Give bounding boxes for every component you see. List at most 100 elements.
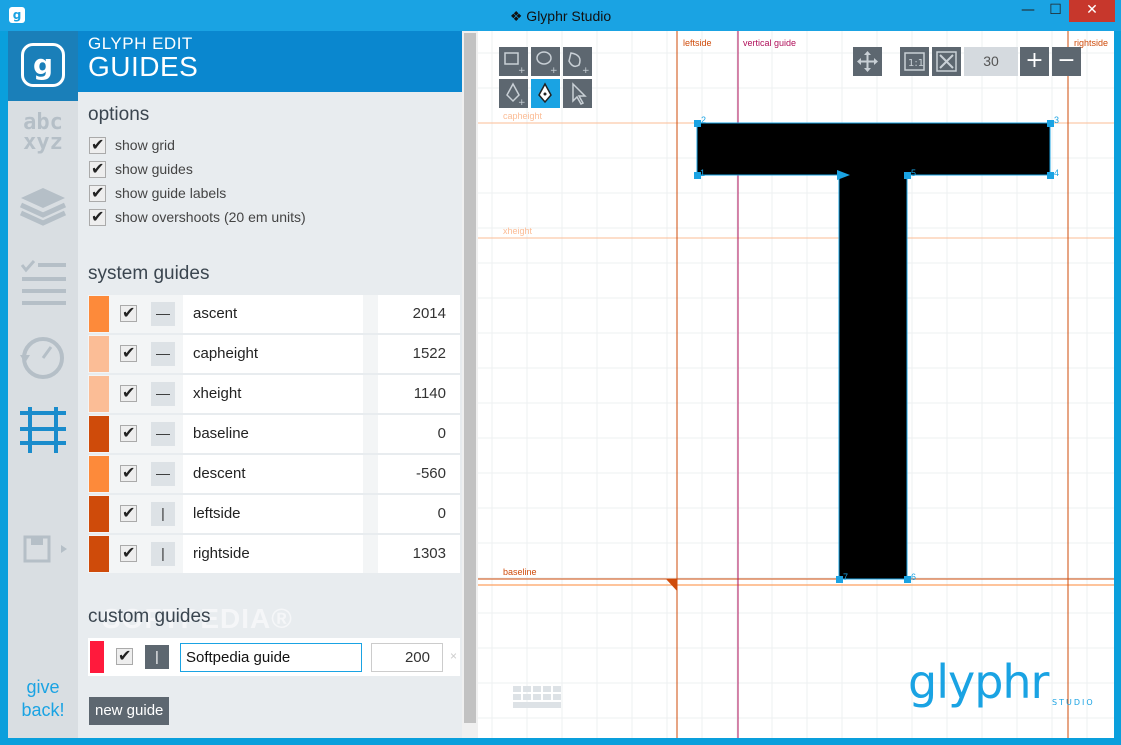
panel-scrollbar[interactable] bbox=[462, 31, 478, 738]
guide-visible-checkbox[interactable] bbox=[120, 543, 137, 562]
keyboard-icon[interactable] bbox=[513, 686, 565, 712]
pan-tool[interactable] bbox=[853, 47, 882, 76]
path-point-handle[interactable] bbox=[1047, 120, 1054, 127]
glyph-shape-T[interactable] bbox=[696, 122, 1051, 580]
guide-name-field[interactable]: xheight bbox=[183, 375, 363, 413]
nav-checklist[interactable] bbox=[8, 259, 78, 315]
guide-value-field[interactable]: 0 bbox=[378, 415, 460, 453]
guide-orientation-button[interactable]: | bbox=[151, 502, 175, 526]
guide-value-field[interactable]: 1303 bbox=[378, 535, 460, 573]
path-point-handle[interactable] bbox=[836, 576, 843, 583]
guide-value-field[interactable]: 1522 bbox=[378, 335, 460, 373]
guide-color-swatch[interactable] bbox=[89, 496, 109, 532]
guide-value-field[interactable]: 1140 bbox=[378, 375, 460, 413]
baseline-guide-label: baseline bbox=[503, 567, 537, 577]
show-guides-checkbox[interactable] bbox=[89, 159, 106, 178]
show-grid-checkbox[interactable] bbox=[89, 135, 106, 154]
options-title: options bbox=[88, 104, 150, 125]
new-path-tool[interactable]: + bbox=[563, 47, 592, 76]
panel-header: GLYPH EDIT GUIDES bbox=[78, 31, 462, 92]
guides-panel: GLYPH EDIT GUIDES options show grid show… bbox=[78, 31, 462, 738]
actual-size-button[interactable]: 1:1 bbox=[900, 47, 929, 76]
fit-to-screen-button[interactable] bbox=[932, 47, 961, 76]
guide-orientation-button[interactable]: — bbox=[151, 342, 175, 366]
path-point-handle[interactable] bbox=[904, 576, 911, 583]
point-label: 7 bbox=[843, 572, 849, 582]
guide-name-field[interactable]: ascent bbox=[183, 295, 363, 333]
pointer-tool[interactable] bbox=[563, 79, 592, 108]
nav-glyph-chooser[interactable]: abc xyz bbox=[8, 112, 78, 169]
delete-guide-icon[interactable]: × bbox=[450, 649, 457, 663]
new-oval-tool[interactable]: + bbox=[531, 47, 560, 76]
guide-visible-checkbox[interactable] bbox=[120, 463, 137, 482]
pen-icon bbox=[538, 82, 552, 104]
guide-name-field[interactable]: capheight bbox=[183, 335, 363, 373]
nav-layers[interactable] bbox=[8, 183, 78, 239]
guide-color-swatch[interactable] bbox=[89, 296, 109, 332]
zoom-out-button[interactable]: − bbox=[1052, 47, 1081, 76]
option-show-guides[interactable]: show guides bbox=[89, 159, 193, 180]
guide-orientation-button[interactable]: | bbox=[151, 542, 175, 566]
path-point-handle[interactable] bbox=[694, 120, 701, 127]
title-bar: g ❖ Glyphr Studio — ☐ ✕ bbox=[0, 0, 1121, 31]
guide-value-field[interactable]: 0 bbox=[378, 495, 460, 533]
close-button[interactable]: ✕ bbox=[1069, 0, 1115, 22]
zoom-in-button[interactable]: + bbox=[1020, 47, 1049, 76]
give-back-link[interactable]: give back! bbox=[8, 676, 78, 722]
nav-save[interactable] bbox=[8, 533, 78, 589]
new-rectangle-tool[interactable]: + bbox=[499, 47, 528, 76]
add-point-pen-tool[interactable]: + bbox=[499, 79, 528, 108]
panel-title: GUIDES bbox=[88, 51, 199, 82]
zoom-level-display: 30 bbox=[964, 47, 1018, 76]
nav-guides-active[interactable] bbox=[8, 405, 78, 461]
give-label: give bbox=[26, 677, 60, 697]
minimize-button[interactable]: — bbox=[1014, 0, 1042, 22]
guide-visible-checkbox[interactable] bbox=[120, 383, 137, 402]
option-show-overshoots[interactable]: show overshoots (20 em units) bbox=[89, 207, 306, 228]
pen-tool[interactable] bbox=[531, 79, 560, 108]
nav-history[interactable] bbox=[8, 333, 78, 389]
guide-visible-checkbox[interactable] bbox=[120, 343, 137, 362]
option-show-guide-labels[interactable]: show guide labels bbox=[89, 183, 226, 204]
canvas-drawing bbox=[478, 31, 1114, 738]
guide-value-field[interactable]: 2014 bbox=[378, 295, 460, 333]
guide-orientation-button[interactable]: — bbox=[151, 382, 175, 406]
custom-guide-visible-checkbox[interactable] bbox=[116, 646, 133, 665]
guide-name-field[interactable]: rightside bbox=[183, 535, 363, 573]
custom-guide-color-swatch[interactable] bbox=[90, 641, 104, 673]
scrollbar-thumb[interactable] bbox=[464, 33, 476, 723]
edit-canvas[interactable]: leftside vertical guide rightside caphei… bbox=[478, 31, 1114, 738]
custom-guide-name-input[interactable] bbox=[180, 643, 362, 672]
maximize-button[interactable]: ☐ bbox=[1042, 0, 1069, 22]
option-label: show grid bbox=[115, 137, 175, 154]
guide-color-swatch[interactable] bbox=[89, 376, 109, 412]
svg-text:+: + bbox=[518, 66, 526, 76]
guide-color-swatch[interactable] bbox=[89, 416, 109, 452]
guide-visible-checkbox[interactable] bbox=[120, 303, 137, 322]
guide-orientation-button[interactable]: — bbox=[151, 462, 175, 486]
point-label: 2 bbox=[701, 115, 707, 125]
guide-orientation-button[interactable]: — bbox=[151, 302, 175, 326]
guide-color-swatch[interactable] bbox=[89, 456, 109, 492]
guide-visible-checkbox[interactable] bbox=[120, 423, 137, 442]
path-point-handle[interactable] bbox=[1047, 172, 1054, 179]
custom-guide-row: | × bbox=[88, 638, 460, 676]
guide-value-field[interactable]: -560 bbox=[378, 455, 460, 493]
option-show-grid[interactable]: show grid bbox=[89, 135, 175, 156]
guide-color-swatch[interactable] bbox=[89, 336, 109, 372]
show-overshoots-checkbox[interactable] bbox=[89, 207, 106, 226]
path-point-handle[interactable] bbox=[904, 172, 911, 179]
guide-name-field[interactable]: baseline bbox=[183, 415, 363, 453]
show-guide-labels-checkbox[interactable] bbox=[89, 183, 106, 202]
rectangle-icon: + bbox=[504, 52, 526, 76]
leftside-guide-label: leftside bbox=[683, 38, 712, 48]
new-guide-button[interactable]: new guide bbox=[89, 697, 170, 725]
glyphr-logo-button[interactable]: g bbox=[8, 31, 78, 101]
guide-name-field[interactable]: leftside bbox=[183, 495, 363, 533]
guide-orientation-button[interactable]: — bbox=[151, 422, 175, 446]
custom-guide-orientation-button[interactable]: | bbox=[145, 645, 169, 669]
custom-guide-value-input[interactable] bbox=[371, 643, 443, 672]
guide-visible-checkbox[interactable] bbox=[120, 503, 137, 522]
guide-color-swatch[interactable] bbox=[89, 536, 109, 572]
guide-name-field[interactable]: descent bbox=[183, 455, 363, 493]
